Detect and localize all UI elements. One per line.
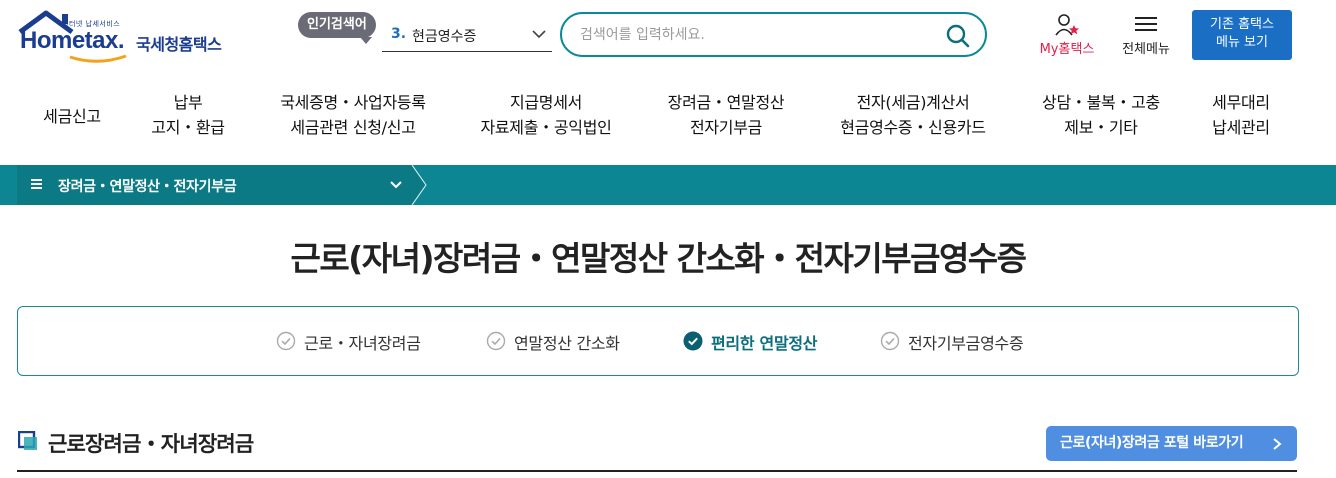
check-circle-icon <box>276 331 296 351</box>
chevron-right-icon <box>1273 438 1282 450</box>
all-menu-button[interactable]: 전체메뉴 <box>1112 12 1180 58</box>
incentive-portal-button[interactable]: 근로(자녀)장려금 포털 바로가기 <box>1046 426 1297 461</box>
my-hometax-button[interactable]: My홈택스 <box>1030 12 1104 58</box>
section-divider <box>17 470 1297 472</box>
nav-item-tax-return[interactable]: 세금신고 <box>36 104 108 162</box>
section-bullet-icon <box>18 431 37 450</box>
section-title: 근로장려금・자녀장려금 <box>48 432 254 456</box>
logo-korean-name: 국세청홈택스 <box>136 35 222 54</box>
check-circle-icon <box>880 331 900 351</box>
tab-label: 전자기부금영수증 <box>908 334 1024 353</box>
logo-swoosh-icon <box>69 54 127 63</box>
logo-wordmark: Hometax. <box>20 27 125 54</box>
popular-search-badge: 인기검색어 <box>298 12 376 44</box>
nav-item-payment-statement[interactable]: 지급명세서 자료제출・공익법인 <box>470 90 622 148</box>
chevron-down-icon[interactable] <box>530 25 548 43</box>
hometax-logo[interactable]: 인터넷 납세서비스 Hometax. 국세청홈택스 <box>18 10 238 66</box>
search-input[interactable] <box>580 23 920 47</box>
all-menu-label: 전체메뉴 <box>1122 42 1170 57</box>
popular-search-rank: 3. <box>391 26 407 42</box>
location-dropdown[interactable]: 장려금・연말정산・전자기부금 <box>17 165 413 205</box>
hamburger-icon <box>1135 17 1157 31</box>
legacy-menu-button[interactable]: 기존 홈택스 메뉴 보기 <box>1192 10 1292 60</box>
chevron-down-icon <box>390 181 402 189</box>
nav-item-electronic-invoice[interactable]: 전자(세금)계산서 현금영수증・신용카드 <box>828 90 998 148</box>
popular-search-term[interactable]: 현금영수증 <box>412 26 476 46</box>
main-navigation: 세금신고 납부 고지・환급 국세증명・사업자등록 세금관련 신청/신고 지급명세… <box>0 90 1336 154</box>
user-star-icon <box>1055 14 1079 36</box>
search-icon[interactable] <box>945 23 971 49</box>
nav-item-payment-refund[interactable]: 납부 고지・환급 <box>140 90 236 148</box>
page-title: 근로(자녀)장려금・연말정산 간소화・전자기부금영수증 <box>290 239 1027 278</box>
nav-item-certificate-registration[interactable]: 국세증명・사업자등록 세금관련 신청/신고 <box>268 90 438 148</box>
check-circle-icon <box>486 331 506 351</box>
nav-item-consultation[interactable]: 상담・불복・고충 제보・기타 <box>1030 90 1172 148</box>
check-circle-filled-icon <box>683 331 703 351</box>
tab-label: 편리한 연말정산 <box>711 334 818 353</box>
location-label: 장려금・연말정산・전자기부금 <box>58 179 237 195</box>
tab-label: 근로・자녀장려금 <box>304 334 421 353</box>
tab-label: 연말정산 간소화 <box>514 334 620 353</box>
menu-icon <box>31 179 42 189</box>
location-bar: 장려금・연말정산・전자기부금 <box>0 165 1336 205</box>
portal-button-label: 근로(자녀)장려금 포털 바로가기 <box>1060 435 1244 451</box>
popular-search-select[interactable]: 3. 현금영수증 <box>382 20 552 52</box>
breadcrumb-separator-icon <box>411 165 427 205</box>
search-bar <box>560 12 987 57</box>
service-tabs: 근로・자녀장려금 연말정산 간소화 편리한 연말정산 전자기부금영수증 <box>17 306 1299 376</box>
nav-item-tax-agent[interactable]: 세무대리 납세관리 <box>1200 90 1282 148</box>
my-hometax-label: My홈택스 <box>1039 42 1095 57</box>
nav-item-incentive-settlement[interactable]: 장려금・연말정산 전자기부금 <box>655 90 797 148</box>
